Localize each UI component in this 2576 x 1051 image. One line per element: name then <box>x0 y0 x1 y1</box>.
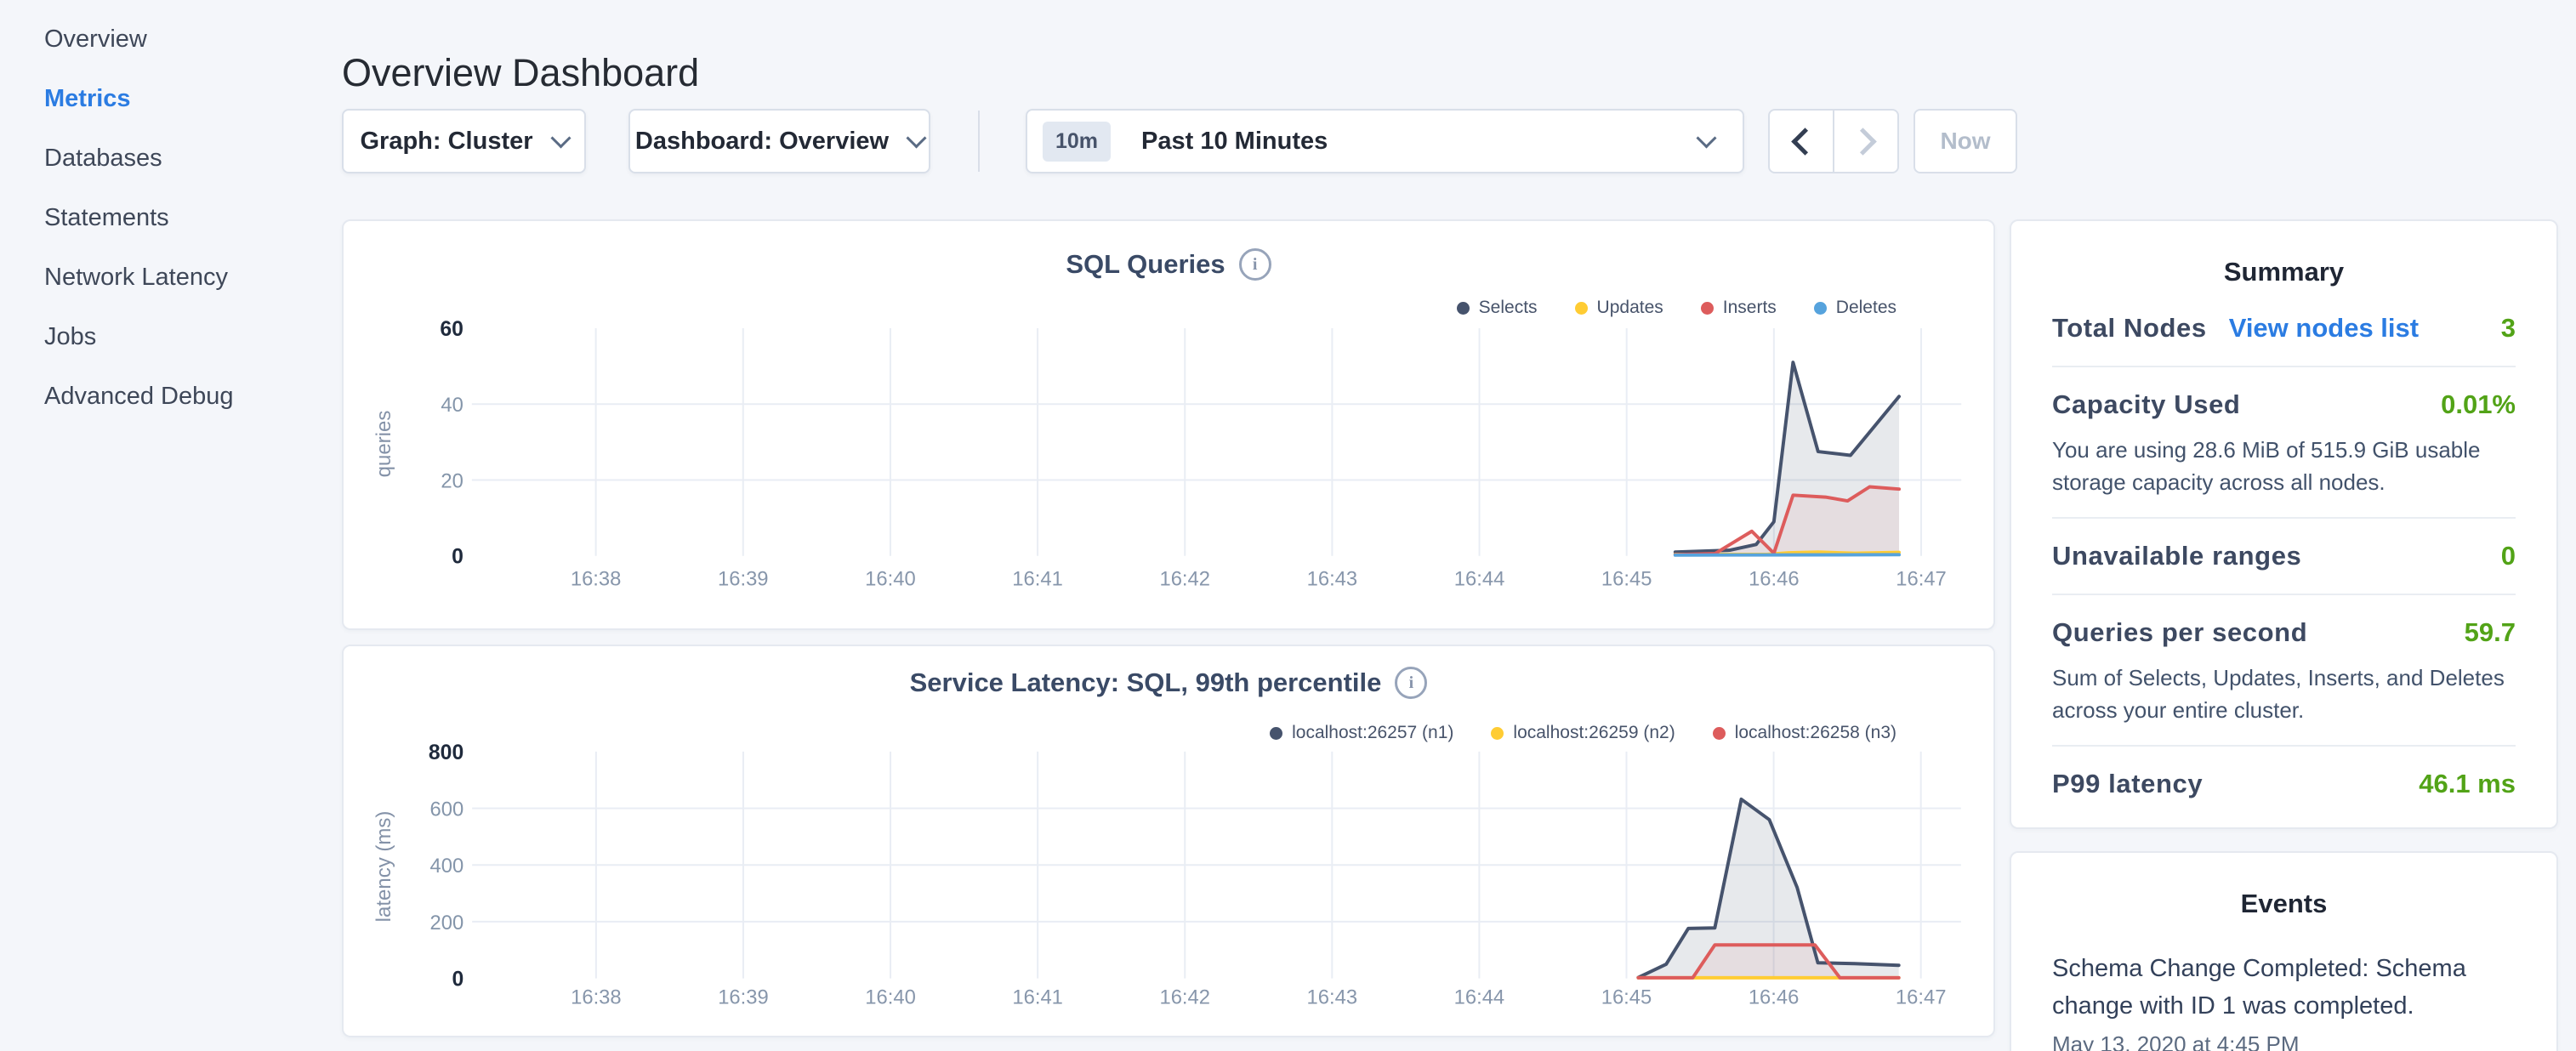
svg-text:16:38: 16:38 <box>571 986 622 1008</box>
summary-row-value: 0 <box>2501 541 2516 571</box>
summary-row-note: Sum of Selects, Updates, Inserts, and De… <box>2052 662 2516 726</box>
summary-row-value: 59.7 <box>2465 617 2516 648</box>
time-back-button[interactable] <box>1770 111 1833 172</box>
svg-text:16:47: 16:47 <box>1896 567 1947 590</box>
svg-text:16:40: 16:40 <box>865 567 916 590</box>
divider <box>2052 366 2516 367</box>
summary-row-capacity-used: Capacity Used 0.01% You are using 28.6 M… <box>2052 389 2516 498</box>
svg-text:16:42: 16:42 <box>1159 567 1210 590</box>
sidebar-item-jobs[interactable]: Jobs <box>44 323 340 383</box>
chevron-left-icon <box>1791 128 1819 156</box>
svg-text:800: 800 <box>429 741 463 764</box>
sidebar-item-databases[interactable]: Databases <box>44 145 340 204</box>
summary-row-total-nodes: Total Nodes View nodes list 3 <box>2052 313 2516 347</box>
divider <box>2052 594 2516 595</box>
svg-text:16:42: 16:42 <box>1159 986 1210 1008</box>
sidebar-item-metrics[interactable]: Metrics <box>44 85 340 145</box>
svg-text:16:38: 16:38 <box>571 567 622 590</box>
svg-text:16:40: 16:40 <box>865 986 916 1008</box>
sql-queries-chart-canvas[interactable]: 16:38 16:39 16:40 16:41 16:42 16:43 16:44 16:45… <box>344 221 1993 628</box>
summary-row-value: 0.01% <box>2441 389 2516 420</box>
sidebar-nav: Overview Metrics Databases Statements Ne… <box>0 0 340 1051</box>
summary-row-value: 3 <box>2501 313 2516 344</box>
summary-row-value: 46.1 ms <box>2419 769 2516 799</box>
chevron-down-icon <box>907 128 927 148</box>
time-forward-button[interactable] <box>1833 111 1897 172</box>
svg-text:16:46: 16:46 <box>1749 986 1800 1008</box>
summary-panel: Summary Total Nodes View nodes list 3 Ca… <box>2010 219 2558 829</box>
summary-row-label: Queries per second <box>2052 617 2307 648</box>
svg-text:16:39: 16:39 <box>718 986 769 1008</box>
summary-row-p99-latency: P99 latency 46.1 ms <box>2052 769 2516 803</box>
summary-row-queries-per-second: Queries per second 59.7 Sum of Selects, … <box>2052 617 2516 726</box>
summary-title: Summary <box>2052 221 2516 291</box>
graph-scope-label: Graph: Cluster <box>360 128 532 156</box>
chevron-right-icon <box>1849 128 1877 156</box>
svg-text:40: 40 <box>441 394 463 417</box>
svg-text:16:45: 16:45 <box>1601 567 1652 590</box>
summary-row-label: Capacity Used <box>2052 389 2240 420</box>
event-item-text[interactable]: Schema Change Completed: Schema change w… <box>2052 950 2516 1025</box>
time-range-badge: 10m <box>1043 122 1111 162</box>
svg-text:400: 400 <box>430 855 464 878</box>
event-item-timestamp: May 13, 2020 at 4:45 PM <box>2052 1031 2516 1051</box>
now-button[interactable]: Now <box>1914 109 2017 173</box>
time-range-label: Past 10 Minutes <box>1141 128 1699 156</box>
time-range-dropdown[interactable]: 10m Past 10 Minutes <box>1026 109 1744 173</box>
svg-text:60: 60 <box>440 318 463 341</box>
svg-text:600: 600 <box>430 798 464 821</box>
service-latency-chart-canvas[interactable]: 16:38 16:39 16:40 16:41 16:42 16:43 16:44 16:45… <box>344 646 1993 1036</box>
svg-text:16:46: 16:46 <box>1749 567 1800 590</box>
svg-text:16:41: 16:41 <box>1012 567 1063 590</box>
graph-scope-dropdown[interactable]: Graph: Cluster <box>342 109 586 173</box>
svg-text:16:45: 16:45 <box>1601 986 1652 1008</box>
sidebar-item-network-latency[interactable]: Network Latency <box>44 264 340 323</box>
view-nodes-list-link[interactable]: View nodes list <box>2229 313 2419 344</box>
toolbar-divider <box>978 111 980 172</box>
time-step-button-group <box>1768 109 1899 173</box>
sidebar-item-advanced-debug[interactable]: Advanced Debug <box>44 383 340 442</box>
divider <box>2052 517 2516 519</box>
divider <box>2052 745 2516 747</box>
dashboard-dropdown[interactable]: Dashboard: Overview <box>628 109 930 173</box>
svg-text:16:43: 16:43 <box>1307 986 1358 1008</box>
overview-dashboard-page: { "colors": { "accent_blue": "#2b7ce2", … <box>0 0 2576 1051</box>
svg-text:0: 0 <box>452 969 463 991</box>
chevron-down-icon <box>550 128 571 148</box>
dashboard-label: Dashboard: Overview <box>635 128 889 156</box>
events-panel: Events Schema Change Completed: Schema c… <box>2010 851 2558 1051</box>
svg-text:20: 20 <box>441 469 463 492</box>
svg-text:16:47: 16:47 <box>1896 986 1947 1008</box>
svg-text:16:44: 16:44 <box>1454 986 1505 1008</box>
page-title: Overview Dashboard <box>342 51 699 95</box>
svg-text:16:41: 16:41 <box>1012 986 1063 1008</box>
svg-text:0: 0 <box>452 546 463 569</box>
summary-row-label: Total Nodes <box>2052 313 2207 344</box>
summary-row-label: P99 latency <box>2052 769 2203 799</box>
chevron-down-icon <box>1696 128 1716 148</box>
summary-row-unavailable-ranges: Unavailable ranges 0 <box>2052 541 2516 575</box>
service-latency-chart-card: Service Latency: SQL, 99th percentile i … <box>342 645 1995 1037</box>
sidebar-item-overview[interactable]: Overview <box>44 26 340 85</box>
summary-row-label: Unavailable ranges <box>2052 541 2301 571</box>
sidebar-item-statements[interactable]: Statements <box>44 204 340 264</box>
summary-row-note: You are using 28.6 MiB of 515.9 GiB usab… <box>2052 434 2516 498</box>
svg-text:16:44: 16:44 <box>1454 567 1505 590</box>
svg-text:16:43: 16:43 <box>1307 567 1358 590</box>
svg-text:200: 200 <box>430 912 464 935</box>
svg-text:16:39: 16:39 <box>718 567 769 590</box>
events-title: Events <box>2052 853 2516 923</box>
sql-queries-chart-card: SQL Queries i SelectsUpdatesInsertsDelet… <box>342 219 1995 630</box>
